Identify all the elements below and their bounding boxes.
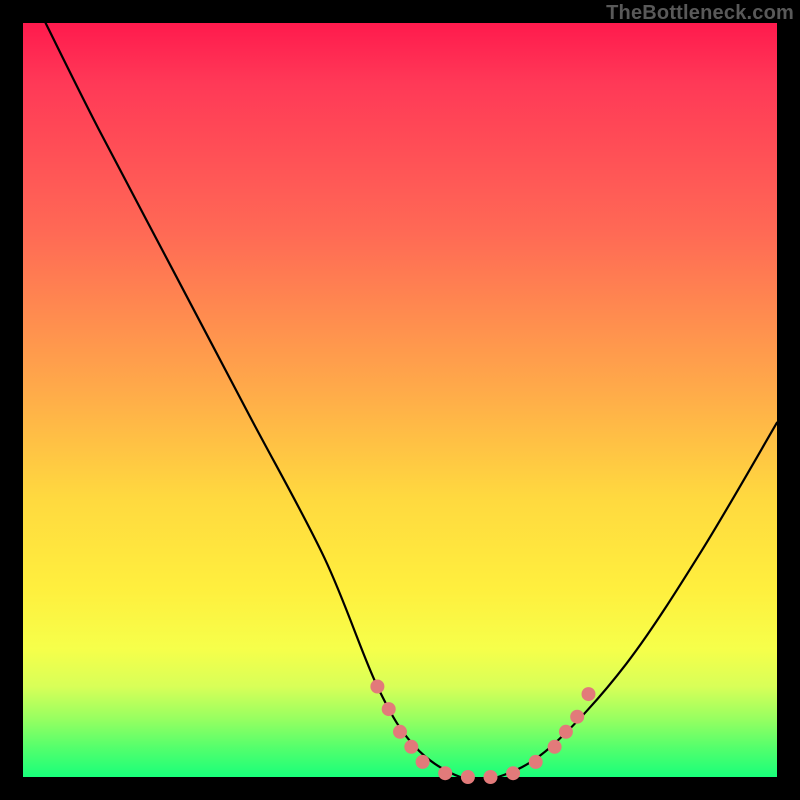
- sweet-spot-dot: [404, 740, 418, 754]
- sweet-spot-dot: [529, 755, 543, 769]
- sweet-spot-dot: [382, 702, 396, 716]
- curve-svg: [23, 23, 777, 777]
- plot-area: [23, 23, 777, 777]
- sweet-spot-dot: [582, 687, 596, 701]
- sweet-spot-dot: [570, 710, 584, 724]
- sweet-spot-dot: [559, 725, 573, 739]
- sweet-spot-dot: [484, 770, 498, 784]
- sweet-spot-dot: [548, 740, 562, 754]
- chart-frame: TheBottleneck.com: [0, 0, 800, 800]
- sweet-spot-dot: [438, 766, 452, 780]
- sweet-spot-dot: [461, 770, 475, 784]
- sweet-spot-dot: [393, 725, 407, 739]
- watermark-text: TheBottleneck.com: [606, 2, 794, 25]
- bottleneck-curve: [46, 23, 777, 781]
- sweet-spot-dots: [370, 680, 595, 785]
- sweet-spot-dot: [506, 766, 520, 780]
- sweet-spot-dot: [416, 755, 430, 769]
- sweet-spot-dot: [370, 680, 384, 694]
